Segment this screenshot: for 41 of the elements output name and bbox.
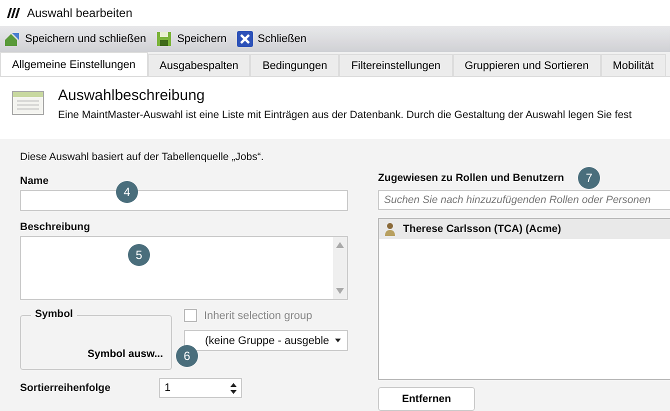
remove-button[interactable]: Entfernen bbox=[378, 387, 475, 411]
house-arrow-icon bbox=[4, 31, 20, 47]
list-item[interactable]: Therese Carlsson (TCA) (Acme) bbox=[379, 219, 670, 239]
close-icon bbox=[236, 31, 253, 47]
section-title: Auswahlbeschreibung bbox=[58, 87, 206, 104]
scrollbar[interactable] bbox=[333, 237, 347, 299]
field-label: Beschreibung bbox=[20, 221, 92, 233]
toolbar-button[interactable]: Schließen bbox=[232, 31, 311, 47]
field-label: Name bbox=[20, 175, 50, 187]
person-icon bbox=[384, 222, 396, 236]
tab[interactable]: Mobilität bbox=[600, 54, 666, 76]
checkbox[interactable] bbox=[184, 309, 197, 322]
description-field[interactable] bbox=[20, 236, 348, 300]
toolbar-button[interactable]: Speichern und schließen bbox=[0, 31, 150, 47]
group-legend: Symbol bbox=[31, 308, 77, 320]
search-field[interactable]: Suchen Sie nach hinzuzufügenden Rollen oder Personen bbox=[378, 190, 670, 210]
field-label: Zugewiesen zu Rollen und Benutzern bbox=[378, 172, 564, 184]
section-description: Eine MaintMaster-Auswahl ist eine Liste mit Einträgen aus der Datenbank. Durch die Gestaltung der Auswahl legen Sie fest bbox=[58, 109, 632, 121]
caret-icon bbox=[335, 338, 341, 343]
toolbar-button[interactable]: Speichern bbox=[152, 31, 231, 47]
tab[interactable]: Filtereinstellungen bbox=[339, 54, 453, 76]
callout-badge: 6 bbox=[176, 345, 198, 367]
scroll-down-icon[interactable] bbox=[336, 288, 344, 294]
spin-up-icon[interactable] bbox=[230, 382, 238, 386]
choose-symbol-button[interactable]: Symbol ausw... bbox=[82, 347, 169, 361]
group-dropdown[interactable]: (keine Gruppe - ausgeble bbox=[184, 330, 348, 351]
spin-down-icon[interactable] bbox=[230, 390, 238, 394]
tab[interactable]: Bedingungen bbox=[250, 54, 340, 76]
sort-order-spinner[interactable]: 1 bbox=[159, 378, 242, 398]
callout-badge: 7 bbox=[578, 167, 600, 189]
source-note: Diese Auswahl basiert auf der Tabellenquelle „Jobs“. bbox=[20, 151, 265, 163]
field-label: Sortierreihenfolge bbox=[20, 382, 110, 394]
tab[interactable]: Ausgabespalten bbox=[148, 54, 250, 76]
callout-badge: 4 bbox=[116, 181, 138, 203]
window-title: Auswahl bearbeiten bbox=[27, 6, 132, 20]
logo-icon bbox=[6, 8, 20, 18]
tab[interactable]: Gruppieren und Sortieren bbox=[452, 54, 601, 76]
list-window-icon bbox=[12, 91, 44, 115]
checkbox-label: Inherit selection group bbox=[204, 310, 312, 322]
tab[interactable]: Allgemeine Einstellungen bbox=[0, 52, 148, 76]
scroll-up-icon[interactable] bbox=[336, 242, 344, 248]
